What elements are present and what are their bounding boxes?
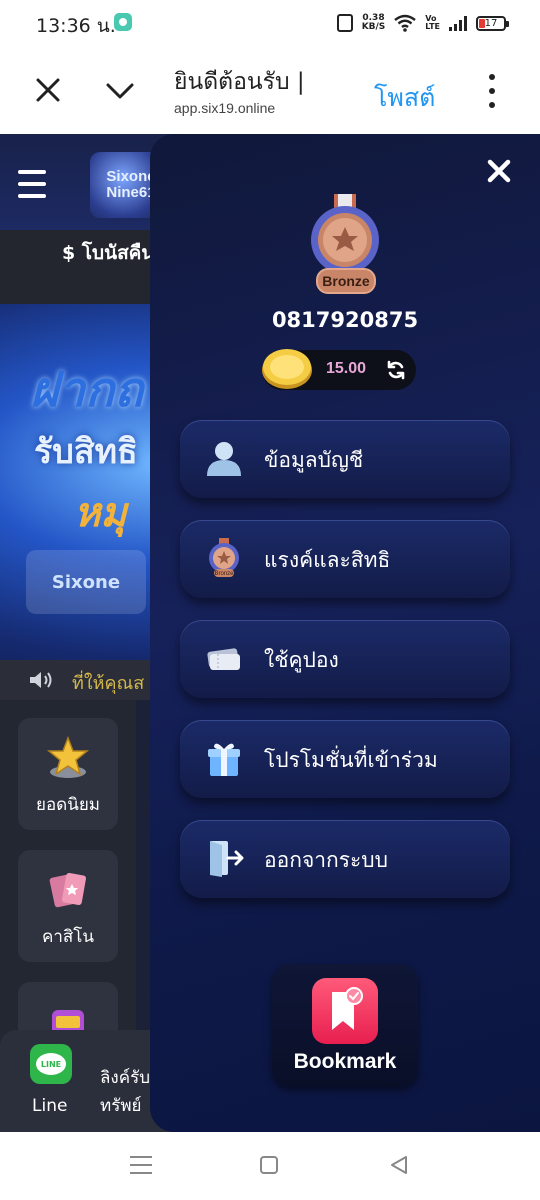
rank-badge: Bronze bbox=[316, 268, 376, 294]
page-url[interactable]: app.six19.online bbox=[174, 100, 275, 116]
site-logo-line2: Nine61 bbox=[106, 184, 156, 201]
account-info-button[interactable]: ข้อมูลบัญชี bbox=[180, 420, 510, 498]
close-icon[interactable] bbox=[34, 76, 62, 104]
signal-icon bbox=[449, 15, 467, 31]
more-options-icon[interactable] bbox=[480, 74, 504, 108]
category-label: ยอดนิยม bbox=[36, 795, 100, 815]
use-coupon-button[interactable]: ใช้คูปอง bbox=[180, 620, 510, 698]
speaker-icon bbox=[30, 672, 52, 688]
menu-label: ใช้คูปอง bbox=[264, 648, 339, 672]
battery-icon: 17 bbox=[476, 15, 509, 31]
line-app-icon[interactable]: LINE bbox=[30, 1044, 72, 1084]
category-casino[interactable]: คาสิโน bbox=[18, 850, 118, 962]
status-icons: 0.38 KB/S Vo LTE 17 bbox=[336, 12, 509, 34]
vibrate-icon bbox=[336, 14, 353, 32]
notification-app-icon bbox=[114, 13, 132, 31]
balance-value: 15.00 bbox=[326, 360, 367, 377]
bookmark-label: Bookmark bbox=[293, 1050, 397, 1073]
logout-button[interactable]: ออกจากระบบ bbox=[180, 820, 510, 898]
menu-label: ข้อมูลบัญชี bbox=[264, 448, 364, 472]
home-icon[interactable] bbox=[260, 1156, 278, 1174]
menu-label: แรงค์และสิทธิ bbox=[264, 548, 391, 572]
post-button[interactable]: โพสต์ bbox=[374, 78, 435, 118]
line-icon-text: LINE bbox=[36, 1053, 66, 1075]
username: 0817920875 bbox=[271, 308, 419, 332]
status-bar: 13:36 น. 0.38 KB/S Vo LTE 17 bbox=[0, 0, 540, 48]
bookmark-button[interactable]: Bookmark bbox=[272, 964, 418, 1086]
referral-link-text[interactable]: ลิงค์รับ ทรัพย์ bbox=[100, 1064, 150, 1120]
user-icon bbox=[207, 442, 241, 476]
cards-icon bbox=[49, 872, 86, 908]
chevron-down-icon[interactable] bbox=[104, 76, 136, 104]
rank-medal-icon: Bronze bbox=[209, 538, 239, 577]
hamburger-menu-icon[interactable] bbox=[18, 170, 46, 198]
rank-and-benefits-button[interactable]: Bronze แรงค์และสิทธิ bbox=[180, 520, 510, 598]
strip-line1: ลิงค์รับ bbox=[100, 1068, 151, 1088]
menu-label: ออกจากระบบ bbox=[264, 848, 388, 872]
marquee-text: ที่ให้คุณส bbox=[72, 673, 145, 694]
banner-spin-text: หมุ bbox=[74, 490, 127, 536]
bookmark-icon bbox=[312, 978, 378, 1044]
gift-icon bbox=[208, 743, 240, 776]
account-drawer: Bronze 0817920875 15.00 ข้อมูลบัญชี Bron… bbox=[150, 134, 540, 1132]
category-label: คาสิโน bbox=[41, 927, 95, 947]
wifi-icon bbox=[394, 14, 417, 32]
refresh-icon[interactable] bbox=[386, 360, 406, 380]
coupon-icon bbox=[207, 648, 240, 670]
banner-subheadline: รับสิทธิ bbox=[34, 432, 138, 472]
network-speed-unit: KB/S bbox=[361, 22, 386, 32]
logout-icon bbox=[210, 841, 244, 877]
page-title: ยินดีต้อนรับ | bbox=[174, 69, 305, 95]
category-popular[interactable]: ยอดนิยม bbox=[18, 718, 118, 830]
back-icon[interactable] bbox=[388, 1154, 410, 1176]
coin-icon bbox=[262, 349, 312, 389]
menu-label: โปรโมชั่นที่เข้าร่วม bbox=[264, 748, 438, 772]
volte-line2: LTE bbox=[425, 22, 440, 31]
site-logo-line1: Sixone bbox=[106, 168, 156, 185]
battery-level: 17 bbox=[484, 17, 498, 29]
star-icon bbox=[46, 736, 90, 778]
bonus-text[interactable]: $ โบนัสคืน bbox=[62, 238, 154, 268]
banner-headline: ฝากถ bbox=[30, 362, 144, 418]
line-label[interactable]: Line bbox=[32, 1096, 67, 1116]
close-icon[interactable] bbox=[486, 158, 512, 184]
network-speed: 0.38 KB/S bbox=[362, 14, 386, 32]
webview: Sixone Nine61 $ โบนัสคืน ฝากถ รับสิทธิ ห… bbox=[0, 134, 540, 1132]
browser-toolbar: ยินดีต้อนรับ | app.six19.online โพสต์ bbox=[0, 48, 540, 134]
joined-promotions-button[interactable]: โปรโมชั่นที่เข้าร่วม bbox=[180, 720, 510, 798]
system-navigation-bar bbox=[0, 1132, 540, 1200]
status-time: 13:36 น. bbox=[36, 15, 116, 37]
recent-apps-icon[interactable] bbox=[130, 1156, 152, 1174]
volte-indicator: Vo LTE bbox=[425, 15, 440, 31]
rank-medal-caption: Bronze bbox=[214, 571, 234, 577]
balance-pill: 15.00 bbox=[262, 349, 416, 390]
strip-line2: ทรัพย์ bbox=[100, 1096, 142, 1116]
banner-logo: Sixone bbox=[26, 550, 146, 614]
